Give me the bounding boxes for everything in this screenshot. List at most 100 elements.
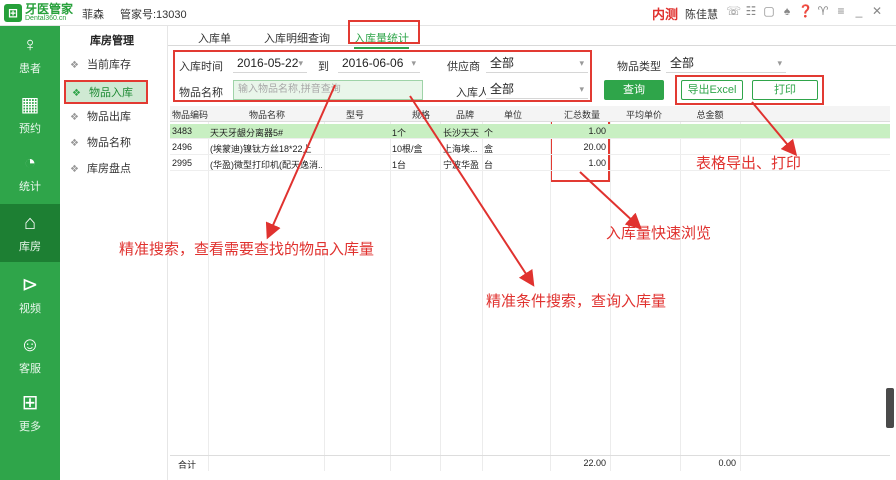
logo-sub-text: Dental360.cn: [25, 15, 67, 22]
pie-chart-icon: ◔: [23, 152, 37, 174]
column-header[interactable]: 汇总数量: [562, 108, 602, 121]
annotation-quick-browse: 入库量快速浏览: [606, 225, 712, 242]
date-to-value: 2016-06-06: [342, 56, 404, 70]
submenu-item-item-names[interactable]: ❖ 物品名称: [64, 132, 164, 154]
annotation-precise-search: 精准搜索，查看需要查找的物品入库量: [119, 241, 375, 258]
cell-unit: 盒: [484, 144, 494, 154]
current-user[interactable]: 陈佳慧: [685, 6, 718, 22]
grid-icon: ⊞: [21, 392, 39, 414]
person-value: 全部: [490, 82, 515, 96]
chevron-down-icon: ▾: [579, 84, 584, 94]
item-type-value: 全部: [670, 56, 695, 70]
table-footer: 合计 22.00 0.00: [170, 455, 890, 471]
supplier-value: 全部: [490, 56, 515, 70]
tab-stock-in-orders[interactable]: 入库单: [198, 30, 231, 46]
supplier-select[interactable]: 全部 ▾: [486, 55, 588, 73]
column-header[interactable]: 品牌: [450, 108, 480, 121]
table-header: 物品编码 物品名称 型号 规格 品牌 单位 汇总数量 平均单价 总金额: [170, 106, 890, 122]
cell-spec: 1台: [392, 160, 407, 170]
submenu-item-inventory-check[interactable]: ❖ 库房盘点: [64, 158, 164, 180]
menu-icon[interactable]: ≡: [834, 4, 848, 18]
annotation-condition-search: 精准条件搜索，查询入库量: [486, 293, 667, 310]
submenu-item-current-stock[interactable]: ❖ 当前库存: [64, 54, 164, 76]
nav-more[interactable]: ⊞ 更多: [0, 384, 60, 440]
submenu-label: 库房盘点: [86, 163, 131, 175]
nav-video[interactable]: ⊳ 视频: [0, 266, 60, 322]
title-bar: ⊞ 牙医管家 Dental360.cn 菲森 管家号:13030 内测 陈佳慧 …: [0, 0, 896, 26]
tab-stock-in-details[interactable]: 入库明细查询: [264, 30, 330, 46]
nav-label: 客服: [19, 363, 41, 375]
bell-icon[interactable]: ♠: [780, 4, 794, 18]
date-label: 入库时间: [179, 61, 223, 73]
cell-brand: 宁波华盈: [443, 160, 480, 170]
date-to-input[interactable]: 2016-06-06 ▾: [338, 55, 420, 73]
person-select[interactable]: 全部 ▾: [486, 81, 588, 99]
print-button[interactable]: 打印: [752, 80, 818, 100]
cell-qty: 1.00: [588, 158, 606, 168]
tooth-logo-icon: ⊞: [4, 4, 22, 22]
annotation-export-print: 表格导出、打印: [696, 155, 802, 172]
item-type-label: 物品类型: [617, 61, 661, 73]
diamond-icon: ❖: [70, 138, 79, 149]
nav-label: 视频: [19, 303, 41, 315]
side-scroll-handle[interactable]: [886, 388, 894, 428]
nav-patients[interactable]: ♀ 患者: [0, 26, 60, 82]
column-header[interactable]: 单位: [498, 108, 528, 121]
item-name-search-input[interactable]: 输入物品名称,拼音查询: [233, 80, 423, 100]
nav-label: 统计: [19, 181, 41, 193]
manager-number: 管家号:13030: [120, 9, 187, 21]
nav-customer-service[interactable]: ☺ 客服: [0, 326, 60, 382]
chevron-down-icon: ▾: [298, 58, 303, 68]
cell-unit: 台: [484, 160, 494, 170]
diamond-icon: ❖: [72, 88, 81, 99]
table-row[interactable]: 3483 天天牙龈分离器5# 1个 长沙天天 个 1.00: [170, 124, 890, 139]
cell-code: 2496: [172, 142, 193, 152]
footer-total-label: 合计: [178, 460, 197, 470]
submenu-item-stock-out[interactable]: ❖ 物品出库: [64, 106, 164, 128]
column-header[interactable]: 平均单价: [624, 108, 664, 121]
item-type-select[interactable]: 全部 ▾: [666, 55, 786, 73]
cell-name: (华盈)微型打印机(配天逸消...: [210, 160, 322, 170]
cell-qty: 1.00: [588, 126, 606, 136]
main-sidebar: ♀ 患者 ▦ 预约 ◔ 统计 ⌂ 库房 ⊳ 视频 ☺ 客服 ⊞ 更多: [0, 26, 60, 480]
column-header[interactable]: 物品名称: [232, 108, 302, 121]
diamond-icon: ❖: [70, 60, 79, 71]
minimize-icon[interactable]: _: [852, 4, 866, 18]
cell-qty: 20.00: [583, 142, 606, 152]
chevron-down-icon: ▾: [777, 58, 782, 68]
cell-brand: 上海埃...: [443, 144, 478, 154]
tab-bar: 入库单 入库明细查询 入库量统计: [168, 26, 896, 49]
gift-icon[interactable]: ♈: [816, 4, 830, 18]
logo-main-text: 牙医管家: [25, 2, 74, 16]
date-from-input[interactable]: 2016-05-22 ▾: [233, 55, 307, 73]
column-header[interactable]: 物品编码: [172, 108, 208, 121]
item-name-label: 物品名称: [179, 87, 223, 99]
play-icon: ⊳: [21, 274, 39, 296]
nav-appointments[interactable]: ▦ 预约: [0, 86, 60, 142]
query-button[interactable]: 查询: [604, 80, 664, 100]
column-header[interactable]: 总金额: [690, 108, 730, 121]
chat-icon[interactable]: ☷: [744, 4, 758, 18]
chevron-down-icon: ▾: [411, 58, 416, 68]
export-excel-button[interactable]: 导出Excel: [681, 80, 743, 100]
date-to-label: 到: [318, 61, 329, 73]
submenu-item-stock-in[interactable]: ❖ 物品入库: [64, 80, 148, 104]
nav-warehouse[interactable]: ⌂ 库房: [0, 204, 60, 262]
submenu-title: 库房管理: [90, 35, 134, 47]
close-icon[interactable]: ✕: [870, 4, 884, 18]
phone-icon[interactable]: ▢: [762, 4, 776, 18]
nav-label: 患者: [19, 63, 41, 75]
column-header[interactable]: 规格: [406, 108, 436, 121]
nav-label: 更多: [19, 421, 41, 433]
cell-code: 3483: [172, 126, 193, 136]
column-header[interactable]: 型号: [340, 108, 370, 121]
calendar-icon: ▦: [20, 94, 40, 116]
diamond-icon: ❖: [70, 164, 79, 175]
footer-total-amount: 0.00: [718, 458, 736, 468]
nav-statistics[interactable]: ◔ 统计: [0, 144, 60, 200]
wechat-icon[interactable]: ☏: [726, 4, 741, 18]
warehouse-icon: ⌂: [23, 212, 37, 234]
help-icon[interactable]: ❓: [798, 4, 813, 18]
diamond-icon: ❖: [70, 112, 79, 123]
submenu-label: 物品入库: [88, 87, 133, 99]
